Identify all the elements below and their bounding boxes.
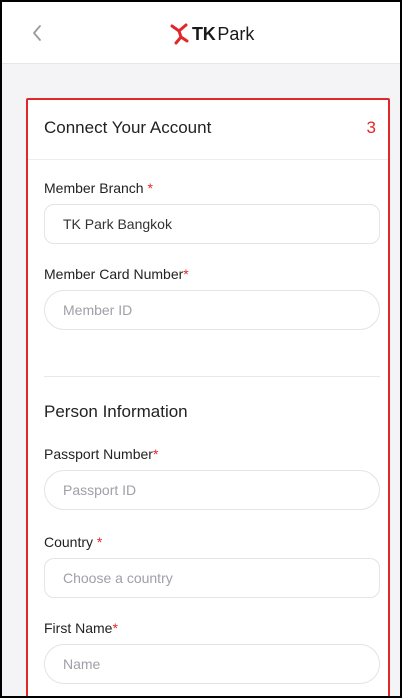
back-button[interactable] xyxy=(26,22,48,44)
required-marker: * xyxy=(183,266,189,282)
passport-id-input[interactable]: Passport ID xyxy=(44,470,380,510)
member-card-label: Member Card Number* xyxy=(44,266,189,282)
passport-id-placeholder: Passport ID xyxy=(63,482,137,498)
connect-account-form: Connect Your Account 3 Member Branch * T… xyxy=(26,98,390,696)
form-header: Connect Your Account 3 xyxy=(28,100,388,160)
required-marker: * xyxy=(112,620,118,636)
form-title: Connect Your Account xyxy=(44,118,212,137)
member-branch-label-text: Member Branch xyxy=(44,180,144,196)
member-id-placeholder: Member ID xyxy=(63,302,133,318)
member-card-label-text: Member Card Number xyxy=(44,266,184,282)
country-label-text: Country xyxy=(44,534,94,550)
section-divider xyxy=(44,376,380,377)
brand-tk: TK xyxy=(192,23,216,44)
step-number: 3 xyxy=(366,118,376,137)
first-name-input[interactable]: Name xyxy=(44,644,380,684)
first-name-label-text: First Name xyxy=(44,620,113,636)
passport-label: Passport Number* xyxy=(44,446,158,462)
brand-park: Park xyxy=(217,23,255,44)
member-branch-label: Member Branch * xyxy=(44,180,153,196)
tkpark-logo: TK Park xyxy=(170,22,254,46)
member-id-input[interactable]: Member ID xyxy=(44,290,380,330)
required-marker: * xyxy=(147,180,153,196)
required-marker: * xyxy=(152,446,159,462)
country-select[interactable]: Choose a country xyxy=(44,558,380,598)
member-branch-field[interactable]: TK Park Bangkok xyxy=(44,204,380,244)
country-placeholder: Choose a country xyxy=(63,570,173,586)
member-branch-value: TK Park Bangkok xyxy=(63,216,172,232)
first-name-label: First Name* xyxy=(44,620,118,636)
top-bar: TK Park xyxy=(2,2,400,64)
tkpark-figure-icon xyxy=(170,23,189,45)
person-information-title: Person Information xyxy=(44,402,188,421)
required-marker: * xyxy=(96,534,103,550)
passport-label-text: Passport Number xyxy=(44,446,153,462)
first-name-placeholder: Name xyxy=(63,656,101,672)
chevron-left-icon xyxy=(33,25,41,41)
app-screen: TK Park Connect Your Account 3 Member Bra… xyxy=(2,2,400,696)
country-label: Country * xyxy=(44,534,102,550)
